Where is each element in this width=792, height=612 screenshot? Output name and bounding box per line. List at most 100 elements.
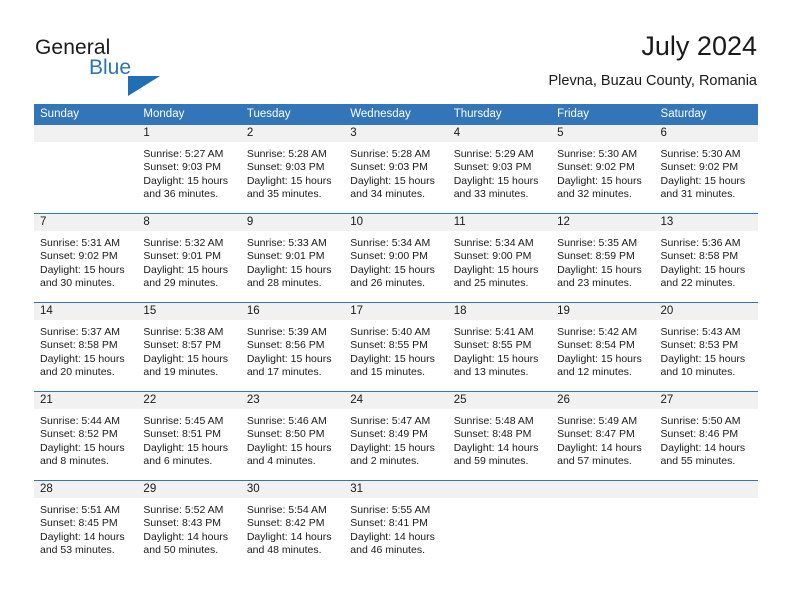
calendar-day-cell[interactable]: 18 Sunrise: 5:41 AM Sunset: 8:55 PM Dayligh… xyxy=(447,303,552,391)
daylight-text: and 50 minutes. xyxy=(143,543,219,556)
sunset-text: Sunset: 9:00 PM xyxy=(453,250,532,263)
calendar-day-cell[interactable]: 13 Sunrise: 5:36 AM Sunset: 8:58 PM Dayligh… xyxy=(654,214,758,302)
sunrise-text: Sunrise: 5:49 AM xyxy=(557,415,638,427)
calendar-day-cell[interactable]: 16 Sunrise: 5:39 AM Sunset: 8:56 PM Dayligh… xyxy=(240,303,345,391)
calendar-day-cell[interactable]: 19 Sunrise: 5:42 AM Sunset: 8:54 PM Dayligh… xyxy=(551,303,655,391)
calendar-day-cell[interactable]: 2 Sunrise: 5:28 AM Sunset: 9:03 PM Daylight… xyxy=(240,125,345,213)
day-number: 15 xyxy=(137,303,241,320)
daylight-text: Daylight: 15 hours xyxy=(246,174,332,187)
daylight-text: Daylight: 15 hours xyxy=(246,441,332,454)
title-block: July 2024 Plevna, Buzau County, Romania xyxy=(549,30,758,90)
day-number: 21 xyxy=(34,392,138,409)
calendar-day-cell[interactable]: 6 Sunrise: 5:30 AM Sunset: 9:02 PM Daylight… xyxy=(654,125,758,213)
day-number: 1 xyxy=(137,125,241,142)
sunset-text: Sunset: 9:02 PM xyxy=(557,161,635,174)
day-details: Sunrise: 5:30 AM Sunset: 9:02 PM Daylight:… xyxy=(551,142,654,201)
calendar-day-cell[interactable]: 9 Sunrise: 5:33 AM Sunset: 9:01 PM Daylight… xyxy=(240,214,345,302)
daylight-text: and 22 minutes. xyxy=(660,276,736,289)
calendar-day-cell[interactable]: 5 Sunrise: 5:30 AM Sunset: 9:02 PM Daylight… xyxy=(551,125,655,213)
sunset-text: Sunset: 8:59 PM xyxy=(557,250,635,263)
calendar-day-cell[interactable]: 20 Sunrise: 5:43 AM Sunset: 8:53 PM Dayligh… xyxy=(654,303,758,391)
weekday-header-row: Sunday Monday Tuesday Wednesday Thursday Frid… xyxy=(34,104,758,125)
day-details: Sunrise: 5:55 AM Sunset: 8:41 PM Daylight:… xyxy=(344,498,447,557)
day-details: Sunrise: 5:54 AM Sunset: 8:42 PM Daylight:… xyxy=(241,498,344,557)
day-details: Sunrise: 5:29 AM Sunset: 9:03 PM Daylight:… xyxy=(448,142,551,201)
calendar-day-cell[interactable]: 17 Sunrise: 5:40 AM Sunset: 8:55 PM Dayligh… xyxy=(344,303,448,391)
calendar-day-cell[interactable]: 3 Sunrise: 5:28 AM Sunset: 9:03 PM Daylight… xyxy=(344,125,448,213)
day-number xyxy=(34,125,138,142)
calendar-day-cell[interactable]: 29 Sunrise: 5:52 AM Sunset: 8:43 PM Dayligh… xyxy=(137,481,241,569)
calendar-day-cell[interactable]: 24 Sunrise: 5:47 AM Sunset: 8:49 PM Dayligh… xyxy=(344,392,448,480)
daylight-text: Daylight: 15 hours xyxy=(557,174,642,187)
day-number: 17 xyxy=(344,303,448,320)
daylight-text: Daylight: 15 hours xyxy=(660,263,746,276)
calendar-day-cell[interactable]: 23 Sunrise: 5:46 AM Sunset: 8:50 PM Dayligh… xyxy=(240,392,345,480)
calendar-day-cell[interactable]: 22 Sunrise: 5:45 AM Sunset: 8:51 PM Dayligh… xyxy=(137,392,241,480)
calendar-weeks: 1 Sunrise: 5:27 AM Sunset: 9:03 PM Daylight… xyxy=(34,125,758,569)
calendar-day-cell[interactable]: 10 Sunrise: 5:34 AM Sunset: 9:00 PM Dayligh… xyxy=(344,214,448,302)
calendar-day-cell[interactable]: 28 Sunrise: 5:51 AM Sunset: 8:45 PM Dayligh… xyxy=(34,481,138,569)
daylight-text: and 10 minutes. xyxy=(660,365,736,378)
daylight-text: Daylight: 14 hours xyxy=(660,441,746,454)
daylight-text: Daylight: 15 hours xyxy=(660,174,746,187)
calendar-day-cell[interactable]: 1 Sunrise: 5:27 AM Sunset: 9:03 PM Daylight… xyxy=(137,125,241,213)
sunset-text: Sunset: 8:52 PM xyxy=(40,428,118,441)
daylight-text: Daylight: 14 hours xyxy=(557,441,642,454)
sunrise-text: Sunrise: 5:55 AM xyxy=(350,504,431,516)
calendar-day-cell[interactable]: 26 Sunrise: 5:49 AM Sunset: 8:47 PM Dayligh… xyxy=(551,392,655,480)
day-details: Sunrise: 5:37 AM Sunset: 8:58 PM Daylight:… xyxy=(34,320,137,379)
sunset-text: Sunset: 8:51 PM xyxy=(143,428,222,441)
calendar-day-cell[interactable]: 25 Sunrise: 5:48 AM Sunset: 8:48 PM Dayligh… xyxy=(447,392,552,480)
day-details: Sunrise: 5:48 AM Sunset: 8:48 PM Daylight:… xyxy=(448,409,551,468)
day-details: Sunrise: 5:44 AM Sunset: 8:52 PM Daylight:… xyxy=(34,409,137,468)
day-number: 13 xyxy=(654,214,758,231)
calendar-day-cell[interactable]: 30 Sunrise: 5:54 AM Sunset: 8:42 PM Dayligh… xyxy=(240,481,345,569)
day-details: Sunrise: 5:33 AM Sunset: 9:01 PM Daylight:… xyxy=(241,231,344,290)
sunrise-text: Sunrise: 5:39 AM xyxy=(246,326,327,338)
daylight-text: and 55 minutes. xyxy=(660,454,736,467)
calendar-day-cell[interactable]: 21 Sunrise: 5:44 AM Sunset: 8:52 PM Dayligh… xyxy=(34,392,138,480)
calendar-day-cell[interactable]: 8 Sunrise: 5:32 AM Sunset: 9:01 PM Daylight… xyxy=(137,214,241,302)
day-number: 3 xyxy=(344,125,448,142)
sunrise-text: Sunrise: 5:28 AM xyxy=(246,148,327,160)
calendar-week-row: 28 Sunrise: 5:51 AM Sunset: 8:45 PM Dayligh… xyxy=(34,481,758,569)
sunset-text: Sunset: 9:01 PM xyxy=(143,250,222,263)
day-number: 16 xyxy=(240,303,345,320)
logo-text-blue: Blue xyxy=(89,56,132,79)
calendar-day-cell[interactable]: 12 Sunrise: 5:35 AM Sunset: 8:59 PM Dayligh… xyxy=(551,214,655,302)
daylight-text: Daylight: 15 hours xyxy=(350,174,435,187)
day-number: 4 xyxy=(447,125,552,142)
calendar-day-cell[interactable]: 27 Sunrise: 5:50 AM Sunset: 8:46 PM Dayligh… xyxy=(654,392,758,480)
sunset-text: Sunset: 8:56 PM xyxy=(246,339,325,352)
sunrise-text: Sunrise: 5:30 AM xyxy=(660,148,741,160)
sunset-text: Sunset: 8:57 PM xyxy=(143,339,222,352)
daylight-text: and 13 minutes. xyxy=(453,365,529,378)
daylight-text: and 59 minutes. xyxy=(453,454,529,467)
calendar-day-cell[interactable]: 31 Sunrise: 5:55 AM Sunset: 8:41 PM Dayligh… xyxy=(344,481,448,569)
sunrise-text: Sunrise: 5:32 AM xyxy=(143,237,224,249)
sunrise-text: Sunrise: 5:35 AM xyxy=(557,237,638,249)
daylight-text: and 30 minutes. xyxy=(40,276,115,289)
day-number xyxy=(447,481,552,498)
sunset-text: Sunset: 9:03 PM xyxy=(453,161,532,174)
day-details: Sunrise: 5:36 AM Sunset: 8:58 PM Daylight:… xyxy=(655,231,758,290)
day-number: 20 xyxy=(654,303,758,320)
daylight-text: and 26 minutes. xyxy=(350,276,425,289)
daylight-text: Daylight: 14 hours xyxy=(143,530,229,543)
daylight-text: Daylight: 14 hours xyxy=(246,530,332,543)
daylight-text: Daylight: 15 hours xyxy=(350,263,435,276)
sunset-text: Sunset: 9:00 PM xyxy=(350,250,428,263)
daylight-text: and 25 minutes. xyxy=(453,276,529,289)
sunset-text: Sunset: 8:58 PM xyxy=(40,339,118,352)
sunrise-text: Sunrise: 5:45 AM xyxy=(143,415,224,427)
calendar-day-cell[interactable]: 15 Sunrise: 5:38 AM Sunset: 8:57 PM Dayligh… xyxy=(137,303,241,391)
daylight-text: and 48 minutes. xyxy=(246,543,322,556)
calendar-day-cell[interactable]: 11 Sunrise: 5:34 AM Sunset: 9:00 PM Dayligh… xyxy=(447,214,552,302)
calendar-day-cell[interactable]: 7 Sunrise: 5:31 AM Sunset: 9:02 PM Daylight… xyxy=(34,214,138,302)
calendar-week-row: 7 Sunrise: 5:31 AM Sunset: 9:02 PM Daylight… xyxy=(34,214,758,303)
calendar-day-cell[interactable]: 4 Sunrise: 5:29 AM Sunset: 9:03 PM Daylight… xyxy=(447,125,552,213)
calendar-day-cell[interactable]: 14 Sunrise: 5:37 AM Sunset: 8:58 PM Dayligh… xyxy=(34,303,138,391)
day-number: 14 xyxy=(34,303,138,320)
weekday-header-monday: Monday xyxy=(143,108,185,120)
page-title: July 2024 xyxy=(641,31,757,61)
